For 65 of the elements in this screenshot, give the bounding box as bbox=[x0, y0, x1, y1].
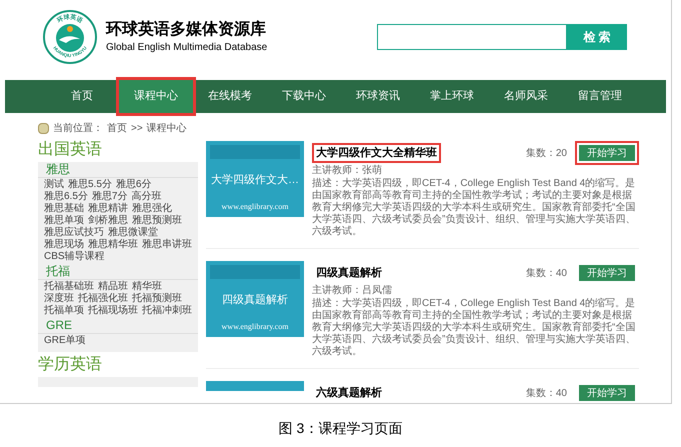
start-button[interactable]: 开始学习 bbox=[579, 265, 635, 281]
course-description: 描述：大学英语四级，即CET-4，College English Test Band 4的缩写。是由国家教育部高等教育司主持的全国性教学考试；考试的主要对象是根据教育大纲修完大学英语四级的大学本科生或研究生。国家教育部委托“全国大学英语四、六级考试委员会”负责设计、组织、管理与实施大学英语四、六级考试。 bbox=[312, 298, 636, 358]
course-link[interactable]: CBS辅导课程 bbox=[44, 251, 105, 263]
course-link[interactable]: 雅思精华班 bbox=[88, 239, 138, 251]
breadcrumb-item[interactable]: 课程中心 bbox=[146, 120, 187, 136]
group-title: 托福 bbox=[38, 264, 198, 280]
start-button[interactable]: 开始学习 bbox=[579, 385, 635, 401]
course-link[interactable]: GRE单项 bbox=[44, 335, 86, 347]
breadcrumb-item[interactable]: 首页 bbox=[107, 120, 127, 136]
nav-tab[interactable]: 留言管理 bbox=[563, 80, 637, 113]
course-link[interactable]: 高分班 bbox=[131, 191, 162, 203]
course-link[interactable]: 雅思6分 bbox=[116, 179, 152, 191]
course-link[interactable]: 深度班 bbox=[44, 293, 74, 305]
course-link[interactable]: 雅思5.5分 bbox=[68, 179, 112, 191]
course-link[interactable]: 雅思单项 bbox=[44, 215, 84, 227]
course-link[interactable]: 托福冲刺班 bbox=[142, 305, 192, 317]
course-link[interactable]: 托福基础班 bbox=[44, 281, 94, 293]
section-heading: 学历英语 bbox=[38, 355, 103, 375]
nav-tab[interactable]: 环球资讯 bbox=[341, 80, 415, 113]
course-teacher: 主讲教师：张萌 bbox=[312, 165, 383, 177]
course-link[interactable]: 精品班 bbox=[98, 281, 128, 293]
course-link[interactable]: 雅思6.5分 bbox=[44, 191, 88, 203]
nav-tab[interactable]: 首页 bbox=[45, 80, 119, 113]
course-link[interactable]: 雅思精讲 bbox=[88, 203, 128, 215]
course-teacher: 主讲教师：吕凤儒 bbox=[312, 285, 393, 297]
episode-count: 集数：20 bbox=[526, 146, 567, 160]
course-link[interactable]: 雅思强化 bbox=[132, 203, 172, 215]
site-subtitle: Global English Multimedia Database bbox=[106, 40, 268, 54]
course-link[interactable]: 测试 bbox=[44, 179, 64, 191]
course-title[interactable]: 六级真题解析 bbox=[312, 382, 386, 403]
course-thumbnail: 四级真题解析 www.englibrary.com bbox=[206, 261, 304, 337]
group-title: 雅思 bbox=[38, 162, 198, 178]
location-icon bbox=[38, 122, 49, 134]
episode-count: 集数：40 bbox=[526, 386, 567, 400]
course-link[interactable]: 托福现场班 bbox=[88, 305, 138, 317]
search-field[interactable] bbox=[377, 24, 567, 50]
nav-tab[interactable]: 名师风采 bbox=[489, 80, 563, 113]
course-link[interactable]: 托福预测班 bbox=[132, 293, 182, 305]
start-button[interactable]: 开始学习 bbox=[579, 145, 635, 161]
breadcrumb-label: 当前位置： bbox=[53, 122, 103, 136]
course-title[interactable]: 四级真题解析 bbox=[312, 262, 386, 284]
course-link[interactable]: 雅思7分 bbox=[92, 191, 128, 203]
episode-count: 集数：40 bbox=[526, 266, 567, 280]
course-link[interactable]: 雅思基础 bbox=[44, 203, 84, 215]
nav-tab[interactable]: 下载中心 bbox=[267, 80, 341, 113]
course-link[interactable]: 精华班 bbox=[132, 281, 162, 293]
figure-caption: 图 3：课程学习页面 bbox=[278, 419, 402, 438]
course-link[interactable]: 托福强化班 bbox=[78, 293, 128, 305]
nav-tab[interactable]: 在线模考 bbox=[193, 80, 267, 113]
course-link[interactable]: 雅思串讲班 bbox=[142, 239, 192, 251]
course-link[interactable]: 雅思微课堂 bbox=[108, 227, 158, 239]
section-heading: 出国英语 bbox=[38, 140, 103, 160]
nav-tab[interactable]: 课程中心 bbox=[119, 80, 193, 113]
nav-tab[interactable]: 掌上环球 bbox=[415, 80, 489, 113]
breadcrumb-item: >> bbox=[131, 122, 143, 136]
course-link[interactable]: 剑桥雅思 bbox=[88, 215, 128, 227]
course-title[interactable]: 大学四级作文大全精华班 bbox=[312, 142, 441, 164]
course-link[interactable]: 雅思预测班 bbox=[132, 215, 182, 227]
course-link[interactable]: 雅思应试技巧 bbox=[44, 227, 104, 239]
course-description: 描述：大学英语四级，即CET-4，College English Test Band 4的缩写。是由国家教育部高等教育司主持的全国性教学考试；考试的主要对象是根据教育大纲修完大学英语四级的大学本科生或研究生。国家教育部委托“全国大学英语四、六级考试委员会”负责设计、组织、管理与实施大学英语四、六级考试。 bbox=[312, 178, 636, 238]
course-thumbnail: 大学四级作文大… www.englibrary.com bbox=[206, 141, 304, 217]
course-link[interactable]: 托福单项 bbox=[44, 305, 84, 317]
group-title: GRE bbox=[38, 318, 198, 334]
course-link[interactable]: 雅思现场 bbox=[44, 239, 84, 251]
site-title: 环球英语多媒体资源库 bbox=[106, 20, 267, 40]
